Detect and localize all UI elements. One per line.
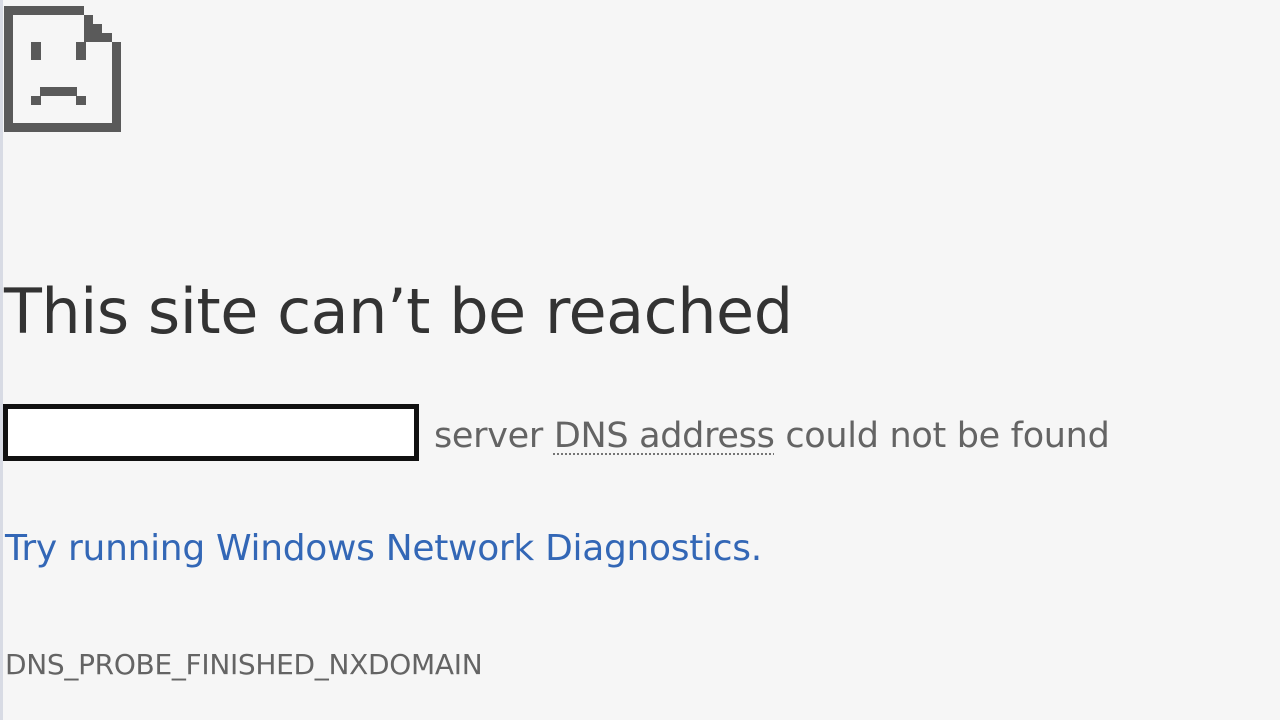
error-summary: server DNS address could not be found bbox=[434, 412, 1110, 460]
sad-page-icon bbox=[4, 6, 121, 132]
summary-text-before: server bbox=[434, 416, 554, 456]
page-title: This site can’t be reached bbox=[4, 275, 793, 348]
redacted-hostname bbox=[3, 404, 419, 461]
error-code: DNS_PROBE_FINISHED_NXDOMAIN bbox=[5, 648, 483, 681]
network-diagnostics-link[interactable]: Try running Windows Network Diagnostics. bbox=[5, 524, 762, 574]
dns-address-term[interactable]: DNS address bbox=[554, 416, 775, 456]
summary-text-after: could not be found bbox=[774, 416, 1110, 456]
window-edge bbox=[0, 0, 3, 720]
